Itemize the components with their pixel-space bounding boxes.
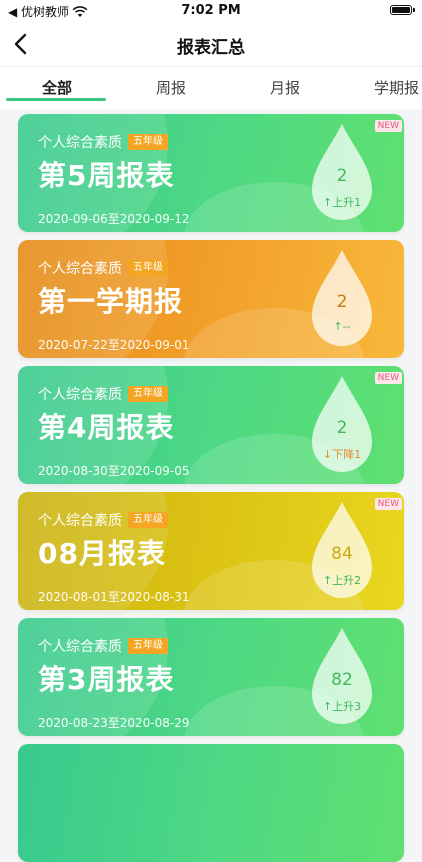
report-card[interactable]: 个人综合素质 五年级 08月报表 2020-08-01至2020-08-31 N… xyxy=(18,492,404,610)
rank-value: 82 xyxy=(331,670,353,690)
rank-drop: 2 ↑上升1 xyxy=(310,120,374,224)
page-title: 报表汇总 xyxy=(177,38,245,58)
rank-change: ↑-- xyxy=(333,320,351,333)
nav-bar: 报表汇总 xyxy=(0,22,422,66)
card-subtitle: 个人综合素质 五年级 xyxy=(38,384,168,404)
rank-change: ↓下降1 xyxy=(322,448,362,461)
rank-value: 84 xyxy=(331,544,353,564)
rank-value: 2 xyxy=(336,418,348,438)
report-card[interactable]: 个人综合素质 五年级 第5周报表 2020-09-06至2020-09-12 N… xyxy=(18,114,404,232)
grade-badge: 五年级 xyxy=(128,134,168,150)
active-tab-indicator xyxy=(6,98,106,101)
tab-monthly[interactable]: 月报 xyxy=(270,77,300,98)
grade-badge: 五年级 xyxy=(128,512,168,528)
rank-change: ↑上升1 xyxy=(322,196,362,209)
new-badge: NEW xyxy=(374,498,402,510)
card-title: 第4周报表 xyxy=(38,411,175,444)
card-date-range: 2020-08-23至2020-08-29 xyxy=(38,716,190,730)
card-title: 第5周报表 xyxy=(38,159,175,192)
tab-semester[interactable]: 学期报 xyxy=(374,77,419,98)
rank-change: ↑上升2 xyxy=(322,574,362,587)
grade-badge: 五年级 xyxy=(128,260,168,276)
tab-weekly[interactable]: 周报 xyxy=(156,77,186,98)
report-card[interactable]: 个人综合素质 五年级 第3周报表 2020-08-23至2020-08-29 8… xyxy=(18,618,404,736)
grade-badge: 五年级 xyxy=(128,638,168,654)
new-badge: NEW xyxy=(374,372,402,384)
tab-bar: 全部 周报 月报 学期报 xyxy=(0,66,422,109)
battery-icon xyxy=(390,5,415,15)
report-card[interactable]: 个人综合素质 五年级 第一学期报 2020-07-22至2020-09-01 2… xyxy=(18,240,404,358)
card-date-range: 2020-08-30至2020-09-05 xyxy=(38,464,190,478)
card-title: 第一学期报 xyxy=(38,285,184,318)
tab-all[interactable]: 全部 xyxy=(42,77,72,98)
status-time: 7:02 PM xyxy=(181,3,241,18)
rank-change: ↑上升3 xyxy=(322,700,362,713)
status-bar: ◀ 优树教师 7:02 PM xyxy=(0,0,422,22)
card-title: 第3周报表 xyxy=(38,663,175,696)
rank-drop: 84 ↑上升2 xyxy=(310,498,374,602)
new-badge: NEW xyxy=(374,120,402,132)
card-title: 08月报表 xyxy=(38,537,166,570)
card-subtitle: 个人综合素质 五年级 xyxy=(38,258,168,278)
card-subtitle: 个人综合素质 五年级 xyxy=(38,132,168,152)
card-date-range: 2020-08-01至2020-08-31 xyxy=(38,590,190,604)
rank-drop: 82 ↑上升3 xyxy=(310,624,374,728)
rank-value: 2 xyxy=(336,166,348,186)
card-date-range: 2020-09-06至2020-09-12 xyxy=(38,212,190,226)
report-card[interactable]: 个人综合素质 五年级 第4周报表 2020-08-30至2020-09-05 N… xyxy=(18,366,404,484)
rank-drop: 2 ↑-- xyxy=(310,246,374,350)
card-subtitle: 个人综合素质 五年级 xyxy=(38,510,168,530)
grade-badge: 五年级 xyxy=(128,386,168,402)
rank-drop: 2 ↓下降1 xyxy=(310,372,374,476)
report-card[interactable] xyxy=(18,744,404,862)
card-date-range: 2020-07-22至2020-09-01 xyxy=(38,338,190,352)
rank-value: 2 xyxy=(336,292,348,312)
card-subtitle: 个人综合素质 五年级 xyxy=(38,636,168,656)
